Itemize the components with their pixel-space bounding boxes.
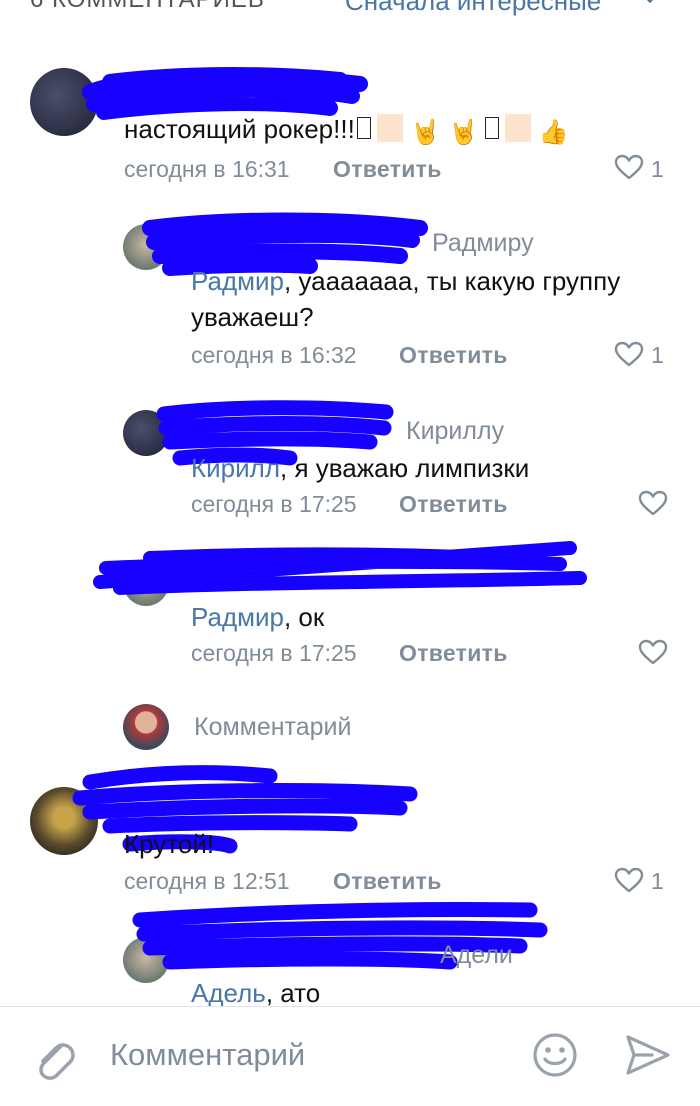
like-count: 1: [651, 156, 664, 182]
comment-time: сегодня в 16:31: [124, 156, 290, 182]
mention-link[interactable]: Радмир: [191, 602, 284, 632]
reply-button[interactable]: Ответить: [333, 868, 442, 895]
comments-count: 6 КОММЕНТАРИЕВ: [30, 0, 265, 14]
send-icon[interactable]: [624, 1033, 670, 1077]
emoji-skin-tone-icon: [376, 114, 403, 142]
heart-icon[interactable]: [638, 639, 668, 665]
avatar[interactable]: [123, 410, 169, 456]
missing-glyph-icon: [484, 117, 499, 139]
sort-selector[interactable]: Сначала интересные: [345, 0, 601, 17]
rock-hand-emoji-icon: 🤘: [410, 119, 441, 146]
chevron-down-icon[interactable]: [640, 0, 660, 8]
mention-link[interactable]: Кирилл: [191, 453, 280, 483]
missing-glyph-icon: [356, 117, 371, 139]
comment-composer: [0, 1006, 700, 1106]
current-user-avatar: [123, 704, 169, 750]
heart-icon[interactable]: [614, 341, 644, 367]
comment-time: сегодня в 17:25: [191, 640, 357, 666]
reply-button[interactable]: Ответить: [399, 491, 508, 518]
reply-button[interactable]: Ответить: [399, 640, 508, 667]
avatar[interactable]: [123, 560, 169, 606]
avatar[interactable]: [30, 787, 98, 855]
paperclip-icon[interactable]: [32, 1033, 76, 1083]
emoji-skin-tone-icon: [504, 114, 531, 142]
comment-input[interactable]: Комментарий: [110, 1037, 305, 1073]
comment-time: сегодня в 17:25: [191, 491, 357, 517]
heart-icon[interactable]: [614, 867, 644, 893]
avatar[interactable]: [123, 224, 169, 270]
comment-time: сегодня в 16:32: [191, 342, 357, 368]
comments-header: 6 КОММЕНТАРИЕВ Сначала интересные: [0, 0, 700, 24]
reply-addressee: Радмиру: [432, 229, 534, 257]
comment-text: Радмир, уааааааа, ты какую группу: [191, 266, 621, 296]
reply-button[interactable]: Ответить: [399, 342, 508, 369]
comment-text-line: уважаеш?: [191, 302, 314, 332]
mention-link[interactable]: Адель: [191, 978, 266, 1008]
comment-time: сегодня в 12:51: [124, 868, 290, 894]
like-count: 1: [651, 868, 664, 894]
reply-addressee: Кириллу: [406, 417, 505, 445]
avatar[interactable]: [30, 68, 98, 136]
mention-link[interactable]: Радмир: [191, 266, 284, 296]
thumbs-up-emoji-icon: 👍: [538, 119, 569, 146]
avatar[interactable]: [123, 937, 169, 983]
comment-text: Кирилл, я уважаю лимпизки: [191, 453, 530, 483]
comment-text: Радмир, ок: [191, 602, 325, 632]
reply-addressee: Адели: [440, 941, 513, 969]
emoji-icon[interactable]: [531, 1031, 579, 1079]
reply-button[interactable]: Ответить: [333, 156, 442, 183]
like-count: 1: [651, 342, 664, 368]
rock-hand-emoji-icon: 🤘: [448, 119, 479, 146]
comment-text: Крутой!: [124, 829, 215, 859]
heart-icon[interactable]: [638, 490, 668, 516]
inline-comment-input[interactable]: Комментарий: [194, 713, 351, 742]
comment-text: настоящий рокер!!! 🤘 🤘 👍: [124, 111, 573, 151]
heart-icon[interactable]: [614, 154, 644, 180]
